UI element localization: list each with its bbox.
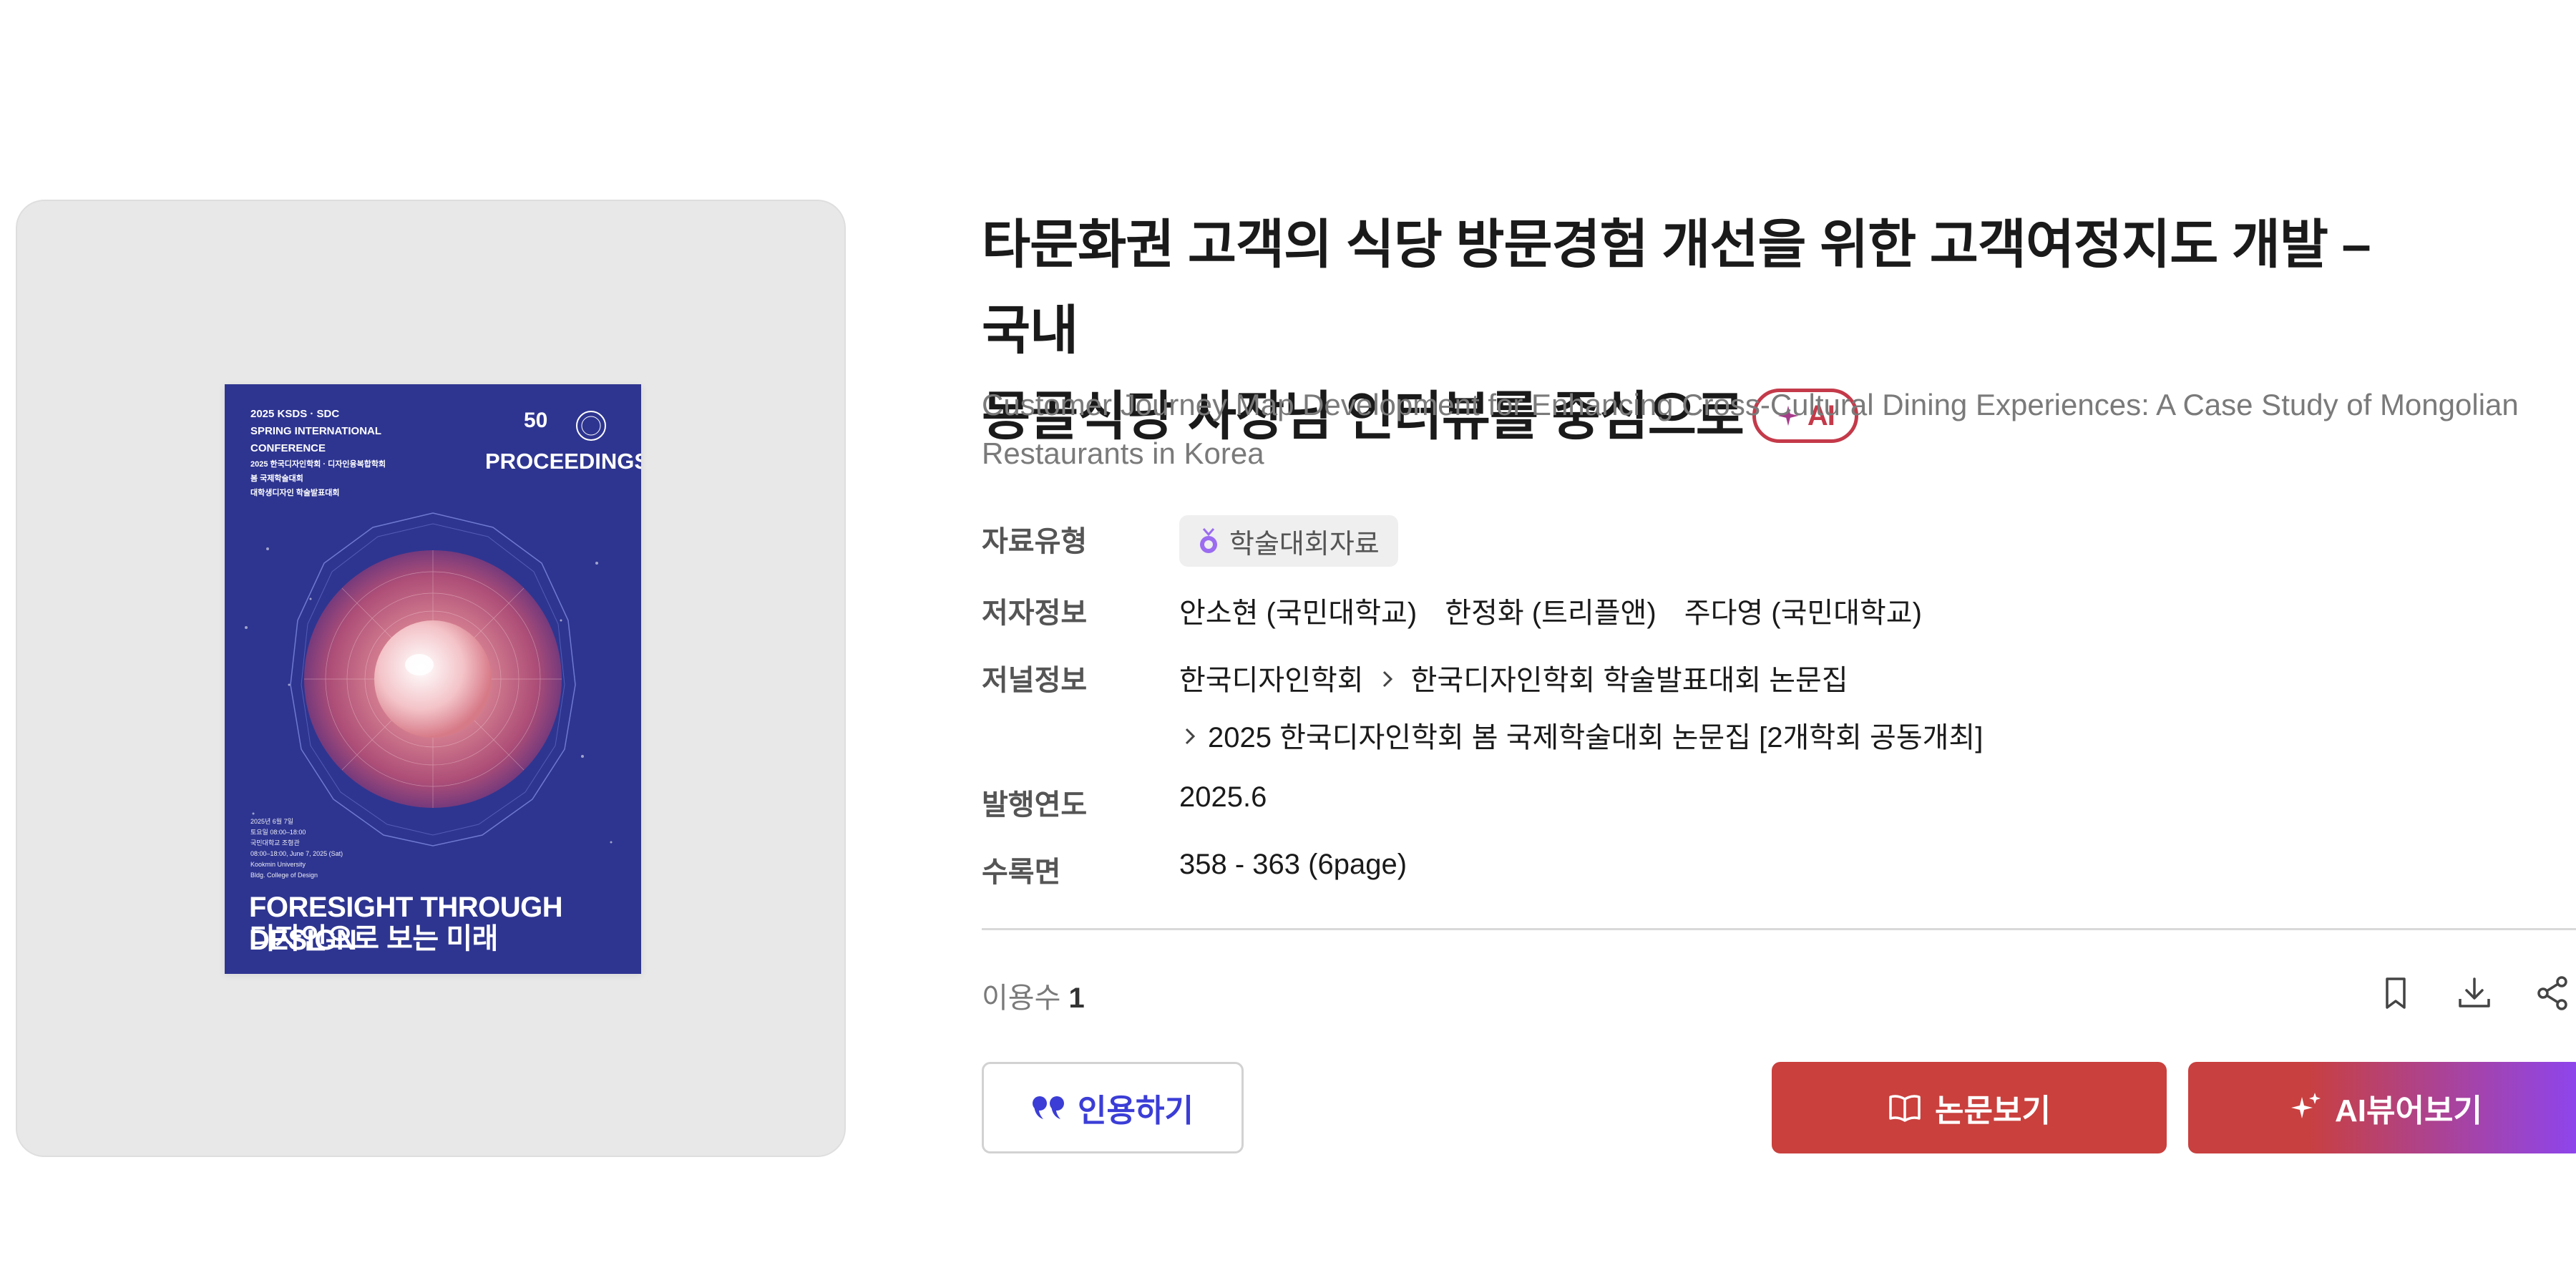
cover-conference-kr1: 2025 한국디자인학회 · 디자인융복합학회 [250,460,386,469]
cover-date3: 국민대학교 조형관 [250,839,300,847]
journal-label: 저널정보 [982,665,1088,696]
cover-conference-line2: SPRING INTERNATIONAL [250,425,382,437]
cover-date2: 토요일 08:00–18:00 [250,829,306,836]
cover-image[interactable]: 2025 KSDS · SDC SPRING INTERNATIONAL CON… [225,384,641,974]
cite-button-label: 인용하기 [1078,1093,1194,1128]
quote-icon [1033,1096,1065,1119]
author-link[interactable]: 안소현 (국민대학교) [1179,597,1417,629]
cover-conference-line1: 2025 KSDS · SDC [250,408,340,420]
usage-label: 이용수 [982,982,1061,1014]
divider [982,928,2576,930]
author-list: 안소현 (국민대학교) 한정화 (트리플앤) 주다영 (국민대학교) [1179,590,1942,631]
journal-issue-row: 2025 한국디자인학회 봄 국제학술대회 논문집 [2개학회 공동개최] [1182,714,1983,756]
journal-series-link[interactable]: 한국디자인학회 학술발표대회 논문집 [1411,665,1848,696]
chevron-right-icon [1380,665,1395,697]
journal-issue-link[interactable]: 2025 한국디자인학회 봄 국제학술대회 논문집 [2개학회 공동개최] [1208,722,1983,753]
author-link[interactable]: 주다영 (국민대학교) [1684,597,1922,629]
book-icon [1889,1095,1921,1122]
ai-viewer-button[interactable]: AI뷰어보기 [2188,1062,2576,1153]
sparkle-icon [2291,1093,2321,1118]
view-paper-label: 논문보기 [1935,1093,2051,1128]
chevron-right-icon [1182,722,1198,754]
cover-date4: 08:00–18:00, June 7, 2025 (Sat) [250,850,343,857]
cover-date5: Kookmin University [250,861,306,868]
pages-value: 358 - 363 (6page) [1179,849,1407,880]
cover-proceedings: PROCEEDINGS [485,449,641,474]
view-paper-button[interactable]: 논문보기 [1772,1062,2167,1153]
paper-subtitle: Customer Journey Map Development for Enh… [982,388,2519,470]
cover-date6: Bldg. College of Design [250,872,318,879]
year-label: 발행연도 [982,789,1088,821]
type-chip: 학술대회자료 [1179,515,1398,567]
journal-publisher-link[interactable]: 한국디자인학회 [1179,665,1364,696]
author-link[interactable]: 한정화 (트리플앤) [1445,597,1656,629]
ai-viewer-label: AI뷰어보기 [2335,1093,2482,1128]
usage-value: 1 [1068,982,1085,1014]
cover-panel: 2025 KSDS · SDC SPRING INTERNATIONAL CON… [16,200,846,1157]
cover-50-logo: 50 [524,409,548,432]
cover-conference-line3: CONFERENCE [250,442,326,454]
cite-button[interactable]: 인용하기 [982,1062,1244,1153]
paper-title-line1: 타문화권 고객의 식당 방문경험 개선을 위한 고객여정지도 개발 – 국내 [982,215,2371,360]
cover-foresight-kr: 디자인으로 보는 미래 [249,923,498,955]
year-value: 2025.6 [1179,781,1267,813]
download-icon[interactable] [2456,975,2493,1012]
type-value: 학술대회자료 [1229,529,1380,560]
author-label: 저자정보 [982,597,1088,629]
share-icon[interactable] [2534,975,2572,1012]
bookmark-icon[interactable] [2377,975,2414,1012]
journal-path: 한국디자인학회 한국디자인학회 학술발표대회 논문집 [1179,657,1848,698]
cover-date1: 2025년 6월 7일 [250,818,293,825]
cover-conference-kr2: 봄 국제학술대회 [250,474,303,483]
medal-icon [1200,528,1217,553]
cover-conference-kr3: 대학생디자인 학술발표대회 [250,489,340,497]
usage-count: 이용수 1 [982,975,1085,1016]
type-label: 자료유형 [982,526,1088,557]
pages-label: 수록면 [982,857,1061,888]
